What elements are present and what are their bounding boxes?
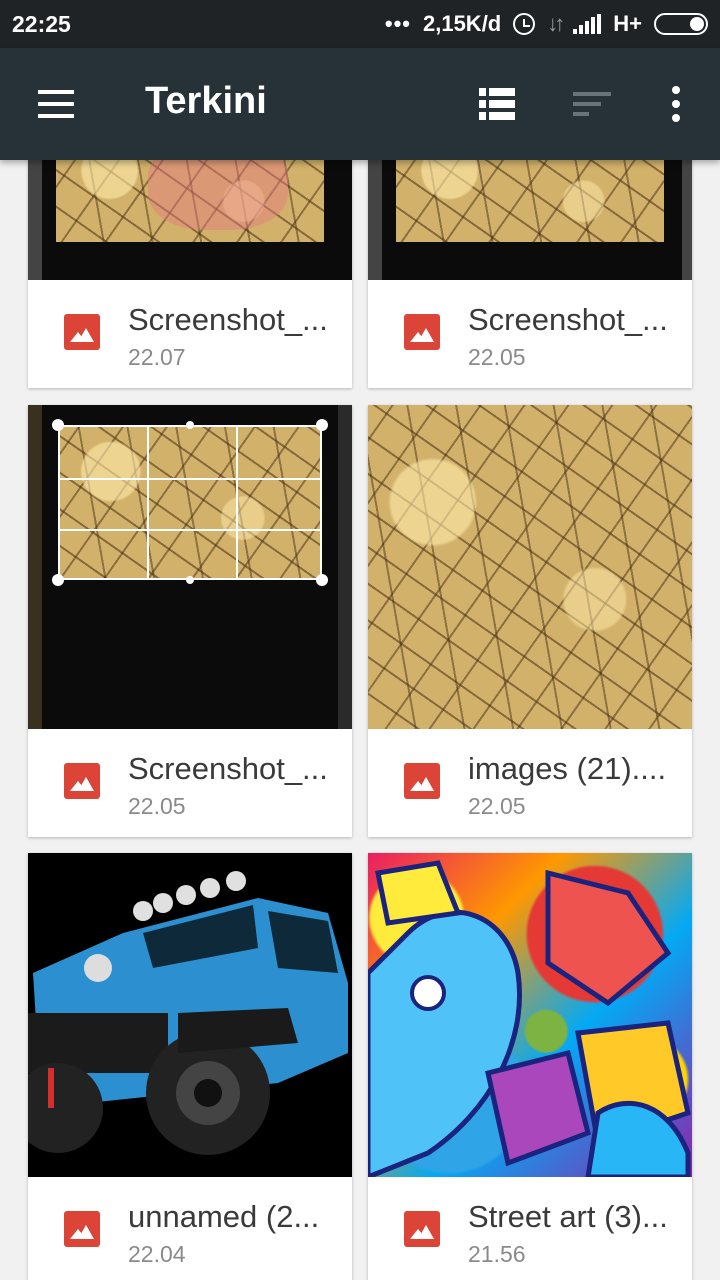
- file-time: 22.05: [468, 344, 526, 370]
- signal-icon: [573, 14, 602, 34]
- image-file-icon: [64, 1211, 100, 1247]
- file-name: Street art (3)...: [468, 1199, 668, 1234]
- page-title: Terkini: [145, 80, 267, 122]
- file-thumbnail: [28, 405, 352, 729]
- file-card[interactable]: Screenshot_... 22.05: [28, 405, 352, 837]
- status-bar: 22:25 ••• 2,15K/d ↓↑ H+: [0, 0, 720, 48]
- more-vert-icon[interactable]: [670, 86, 682, 122]
- file-card[interactable]: Screenshot_... 22.07: [28, 160, 352, 388]
- network-type: H+: [613, 11, 642, 36]
- file-name: images (21)....: [468, 751, 667, 786]
- file-card[interactable]: unnamed (2... 22.04: [28, 853, 352, 1280]
- file-time: 22.04: [128, 1241, 186, 1267]
- app-bar: Terkini: [0, 48, 720, 160]
- recent-files-grid: Screenshot_... 22.07 Screenshot_... 22.0…: [0, 160, 720, 1280]
- data-arrows-icon: ↓↑: [547, 11, 565, 36]
- sort-icon[interactable]: [573, 90, 611, 118]
- file-thumbnail: [368, 160, 692, 280]
- file-time: 22.05: [468, 793, 526, 819]
- status-time: 22:25: [12, 10, 71, 37]
- file-name: Screenshot_...: [128, 302, 328, 337]
- graffiti-image: [368, 860, 691, 1177]
- file-name: unnamed (2...: [128, 1199, 320, 1234]
- file-card[interactable]: images (21).... 22.05: [368, 405, 692, 837]
- image-file-icon: [64, 314, 100, 350]
- battery-icon: [654, 13, 708, 35]
- alarm-icon: [513, 13, 536, 35]
- file-time: 22.07: [128, 344, 186, 370]
- file-thumbnail: [28, 853, 352, 1177]
- notification-dots-icon: •••: [384, 11, 411, 36]
- image-file-icon: [404, 314, 440, 350]
- file-name: Screenshot_...: [468, 302, 668, 337]
- file-thumbnail: [368, 853, 692, 1177]
- file-thumbnail: [28, 160, 352, 280]
- image-file-icon: [404, 763, 440, 799]
- list-view-icon[interactable]: [479, 88, 515, 120]
- file-name: Screenshot_...: [128, 751, 328, 786]
- file-card[interactable]: Screenshot_... 22.05: [368, 160, 692, 388]
- file-time: 22.05: [128, 793, 186, 819]
- menu-icon[interactable]: [38, 90, 74, 118]
- jeep-image: [28, 853, 352, 1177]
- image-file-icon: [404, 1211, 440, 1247]
- file-time: 21.56: [468, 1241, 526, 1267]
- net-speed: 2,15K/d: [422, 11, 502, 36]
- status-icons: ••• 2,15K/d ↓↑ H+: [385, 11, 708, 37]
- image-file-icon: [64, 763, 100, 799]
- file-card[interactable]: Street art (3)... 21.56: [368, 853, 692, 1280]
- file-thumbnail: [368, 405, 692, 729]
